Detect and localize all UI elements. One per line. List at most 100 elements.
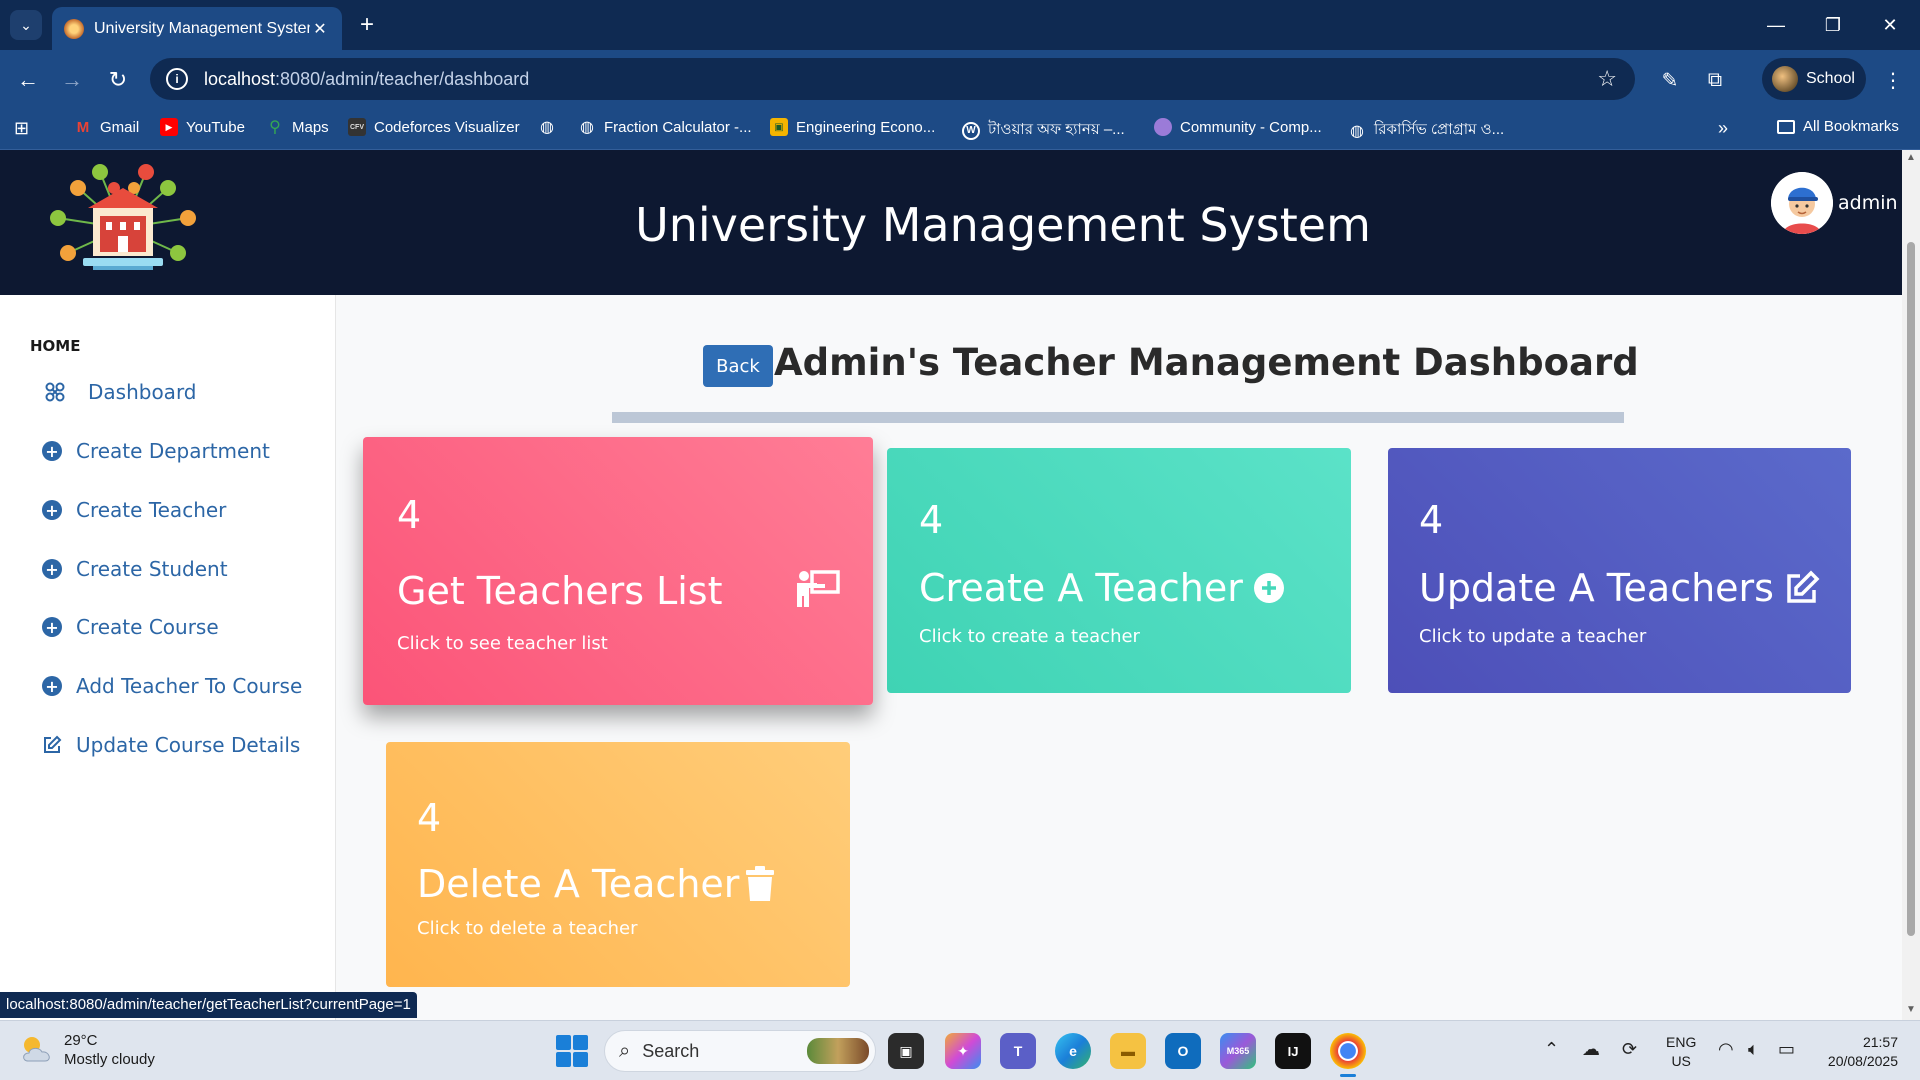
copilot-icon[interactable]: ✦ (945, 1033, 981, 1069)
sidebar: HOME Dashboard + Create Department + Cre… (0, 295, 336, 1020)
apps-grid-icon[interactable]: ⊞ (14, 118, 29, 139)
taskbar-search[interactable]: ⌕ Search (604, 1030, 876, 1072)
bookmarks-overflow-button[interactable]: » (1718, 118, 1728, 139)
sidebar-item-create-student[interactable]: + Create Student (42, 557, 228, 581)
scroll-down-icon[interactable]: ▼ (1906, 1004, 1916, 1015)
globe-icon: ◍ (540, 119, 554, 136)
all-bookmarks-button[interactable]: All Bookmarks (1777, 118, 1899, 135)
card-subtitle: Click to see teacher list (397, 633, 608, 654)
bookmark-codeforces-visualizer[interactable]: CFV Codeforces Visualizer (348, 118, 520, 136)
system-clock[interactable]: 21:57 20/08/2025 (1818, 1033, 1898, 1071)
card-title: Get Teachers List (397, 569, 723, 613)
language-indicator[interactable]: ENG US (1666, 1033, 1696, 1071)
card-title-row: Delete A Teacher (417, 862, 775, 906)
link-status-bar: localhost:8080/admin/teacher/getTeacherL… (0, 992, 417, 1018)
chevron-down-icon: ⌄ (20, 16, 32, 33)
sidebar-item-create-teacher[interactable]: + Create Teacher (42, 498, 226, 522)
card-subtitle: Click to update a teacher (1419, 626, 1647, 647)
bookmarks-bar: ⊞ M Gmail ▶ YouTube ⚲ Maps CFV Codeforces Vi… (0, 108, 1920, 150)
page-scrollbar[interactable]: ▲ ▼ (1902, 150, 1920, 1020)
new-tab-button[interactable]: + (352, 10, 382, 40)
intellij-icon[interactable]: IJ (1275, 1033, 1311, 1069)
scroll-up-icon[interactable]: ▲ (1906, 152, 1916, 163)
minimize-button[interactable]: — (1756, 8, 1796, 42)
bookmark-engineering-economics[interactable]: ▣ Engineering Econo... (770, 118, 935, 136)
edge-icon[interactable]: e (1055, 1033, 1091, 1069)
back-button[interactable]: Back (703, 345, 773, 387)
bookmark-youtube[interactable]: ▶ YouTube (160, 118, 245, 136)
trash-icon (746, 866, 775, 901)
tab-close-icon[interactable]: ✕ (310, 19, 330, 39)
sidebar-item-add-teacher-to-course[interactable]: + Add Teacher To Course (42, 674, 302, 698)
bookmark-community[interactable]: Community - Comp... (1154, 118, 1322, 136)
windows-start-icon[interactable] (556, 1035, 588, 1067)
youtube-icon: ▶ (160, 118, 178, 136)
card-title: Delete A Teacher (417, 862, 740, 906)
sync-icon[interactable]: ⟳ (1622, 1039, 1637, 1060)
wifi-icon[interactable]: ◠ (1718, 1039, 1734, 1060)
tab-search-button[interactable]: ⌄ (10, 10, 42, 40)
admin-avatar[interactable] (1771, 172, 1833, 234)
file-explorer-icon[interactable]: ▬ (1110, 1033, 1146, 1069)
browser-menu-icon[interactable]: ⋮ (1877, 64, 1909, 96)
globe-icon: ◍ (1350, 122, 1364, 140)
screen: ⌄ University Management System ✕ + — ❐ ✕… (0, 0, 1920, 1080)
task-view-icon[interactable]: ▣ (888, 1033, 924, 1069)
card-count: 4 (1419, 498, 1444, 542)
sidebar-item-create-course[interactable]: + Create Course (42, 615, 219, 639)
sidebar-item-label: Dashboard (88, 380, 197, 404)
outlook-icon[interactable]: O (1165, 1033, 1201, 1069)
tray-chevron-up-icon[interactable]: ⌃ (1544, 1039, 1559, 1060)
edit-icon (1787, 570, 1820, 603)
volume-icon[interactable]: 🔈︎ (1748, 1039, 1759, 1060)
admin-name[interactable]: admin (1838, 192, 1898, 214)
bookmark-recursive-program[interactable]: ◍ রিকার্সিভ প্রোগ্রাম ও... (1348, 118, 1504, 143)
sidebar-item-dashboard[interactable]: Dashboard (44, 380, 197, 404)
site-info-icon[interactable]: i (166, 68, 188, 90)
plus-circle-icon: + (42, 559, 62, 579)
search-icon: ⌕ (619, 1039, 631, 1062)
weather-condition: Mostly cloudy (64, 1051, 155, 1068)
gmail-icon: M (76, 118, 90, 136)
bookmark-maps[interactable]: ⚲ Maps (266, 118, 329, 137)
bookmark-fraction-calculator[interactable]: ◍ Fraction Calculator -... (578, 118, 752, 137)
scrollbar-thumb[interactable] (1907, 242, 1915, 936)
m365-icon[interactable]: M365 (1220, 1033, 1256, 1069)
plus-circle-icon: + (42, 441, 62, 461)
bookmark-tower-of-hanoi[interactable]: W টাওয়ার অফ হ্যানয় –... (962, 118, 1125, 143)
card-get-teachers-list[interactable]: 4 Get Teachers List Click to see teacher… (363, 437, 873, 705)
extensions-puzzle-icon[interactable]: ⧉ (1699, 64, 1731, 96)
card-subtitle: Click to create a teacher (919, 626, 1140, 647)
card-create-teacher[interactable]: 4 Create A Teacher Click to create a tea… (887, 448, 1351, 693)
battery-icon[interactable]: ▭ (1778, 1039, 1795, 1060)
onedrive-icon[interactable]: ☁ (1582, 1039, 1600, 1060)
eyedropper-extension-icon[interactable]: ✎ (1654, 64, 1686, 96)
taskbar: 29°C Mostly cloudy ⌕ Search ▣ ✦ T e ▬ O … (0, 1020, 1920, 1080)
cfv-icon: CFV (348, 118, 366, 136)
main-content: Back Admin's Teacher Management Dashboar… (336, 295, 1902, 1020)
bookmark-globe[interactable]: ◍ (538, 118, 564, 136)
profile-button[interactable]: School (1762, 58, 1866, 100)
bookmark-star-icon[interactable]: ☆ (1597, 66, 1617, 92)
forward-arrow-icon[interactable]: → (56, 64, 88, 96)
profile-avatar (1772, 66, 1798, 92)
card-delete-teacher[interactable]: 4 Delete A Teacher Click to delete a tea… (386, 742, 850, 987)
restore-button[interactable]: ❐ (1813, 8, 1853, 42)
browser-tab[interactable]: University Management System ✕ (52, 7, 342, 50)
close-window-button[interactable]: ✕ (1870, 8, 1910, 42)
card-count: 4 (417, 796, 442, 840)
url-host: localhost (204, 68, 276, 89)
teams-icon[interactable]: T (1000, 1033, 1036, 1069)
address-bar[interactable]: i localhost:8080/admin/teacher/dashboard… (150, 58, 1635, 100)
bookmark-gmail[interactable]: M Gmail (74, 118, 139, 136)
reload-icon[interactable]: ↻ (102, 64, 134, 96)
weather-widget[interactable]: 29°C Mostly cloudy (20, 1031, 155, 1069)
card-update-teacher[interactable]: 4 Update A Teachers Click to update a te… (1388, 448, 1851, 693)
back-arrow-icon[interactable]: ← (12, 64, 44, 96)
chrome-icon[interactable] (1330, 1033, 1366, 1077)
sidebar-item-update-course-details[interactable]: Update Course Details (42, 733, 300, 757)
card-count: 4 (397, 493, 422, 537)
sidebar-item-create-department[interactable]: + Create Department (42, 439, 270, 463)
profile-name: School (1806, 70, 1855, 87)
community-icon (1154, 118, 1172, 136)
